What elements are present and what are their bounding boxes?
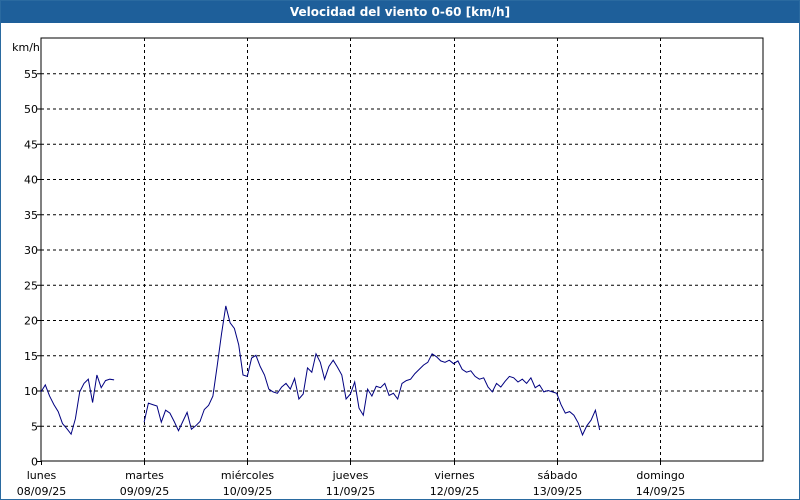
x-tick-label-day: lunes <box>27 469 57 482</box>
x-tick-label-day: miércoles <box>221 469 274 482</box>
x-tick-label-day: viernes <box>434 469 474 482</box>
x-tick-label-date: 08/09/25 <box>17 485 66 498</box>
y-tick-label: 55 <box>24 68 38 81</box>
x-tick-label-day: martes <box>125 469 164 482</box>
y-tick-label: 50 <box>24 103 38 116</box>
wind-speed-line <box>40 374 115 436</box>
x-tick-label-day: domingo <box>636 469 684 482</box>
x-tick-label-day: sábado <box>538 469 578 482</box>
y-tick-label: 10 <box>24 385 38 398</box>
y-axis-unit-label: km/h <box>12 41 40 54</box>
x-tick-label-day: jueves <box>332 469 369 482</box>
x-tick-label-date: 11/09/25 <box>326 485 375 498</box>
x-tick-label-date: 10/09/25 <box>223 485 272 498</box>
x-tick-label-date: 12/09/25 <box>430 485 479 498</box>
y-tick-label: 40 <box>24 174 38 187</box>
y-tick-label: 5 <box>31 420 38 433</box>
chart-window: Velocidad del viento 0-60 [km/h] 0 5 10 15 2… <box>0 0 800 500</box>
y-tick-label: 45 <box>24 138 38 151</box>
y-tick-label: 20 <box>24 315 38 328</box>
y-tick-label: 25 <box>24 279 38 292</box>
y-tick-label: 15 <box>24 350 38 363</box>
x-tick-label-date: 09/09/25 <box>120 485 169 498</box>
x-tick-label-date: 14/09/25 <box>636 485 685 498</box>
y-tick-label: 0 <box>31 456 38 469</box>
x-tick-label-date: 13/09/25 <box>533 485 582 498</box>
wind-speed-line <box>143 305 601 437</box>
y-tick-label: 35 <box>24 209 38 222</box>
y-tick-label: 30 <box>24 244 38 257</box>
wind-speed-chart: 0 5 10 15 20 25 30 35 40 45 50 55 km/h lunes 08/09/25 m… <box>12 37 764 498</box>
